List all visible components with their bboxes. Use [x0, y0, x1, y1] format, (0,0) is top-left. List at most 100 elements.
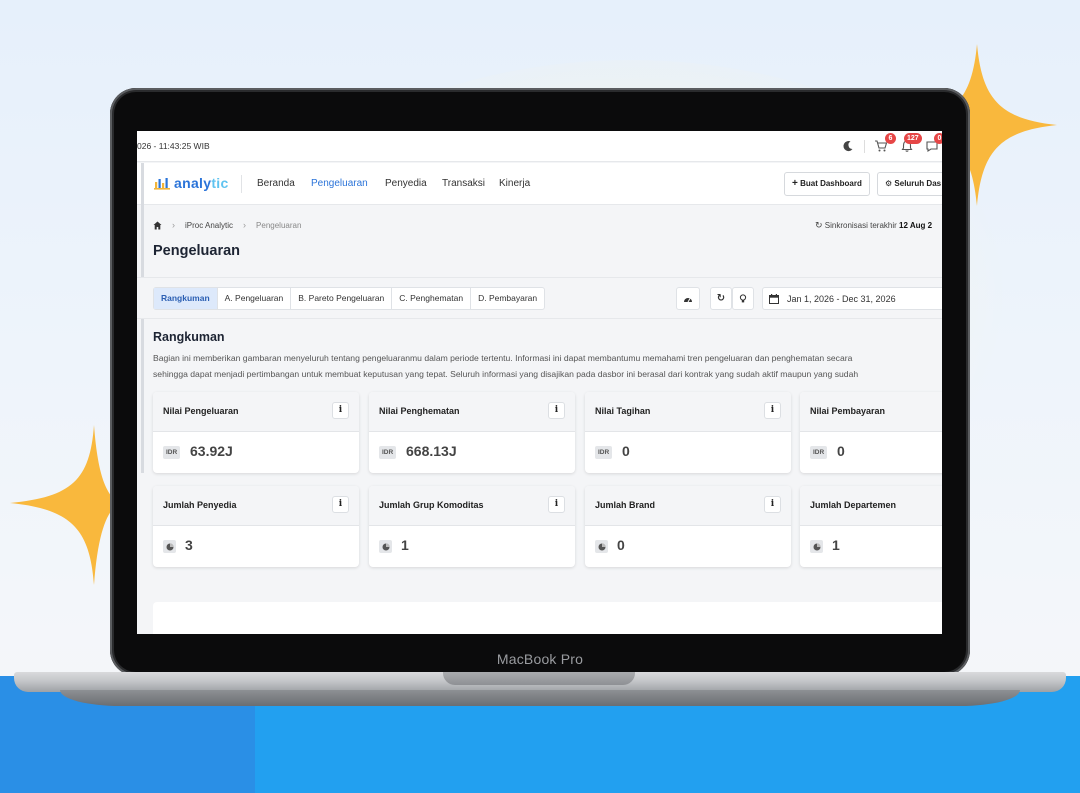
- date-range-picker[interactable]: Jan 1, 2026 - Dec 31, 2026: [762, 287, 942, 310]
- nav-item-beranda[interactable]: Beranda: [257, 178, 295, 189]
- metric-label: Nilai Pengeluaran: [163, 406, 239, 416]
- pie-chart-icon: [595, 540, 608, 553]
- metric-label: Jumlah Brand: [595, 500, 656, 510]
- nav-item-transaksi[interactable]: Transaksi: [442, 178, 485, 189]
- app-logo[interactable]: analytic: [153, 175, 229, 191]
- breadcrumb-current: Pengeluaran: [256, 220, 302, 230]
- dashboard-view-button[interactable]: [676, 287, 700, 310]
- tab-group: Rangkuman A. Pengeluaran B. Pareto Penge…: [153, 287, 546, 310]
- tab-rangkuman[interactable]: Rangkuman: [154, 288, 218, 309]
- chevron-right-icon: ›: [172, 220, 175, 230]
- metric-value: 0: [837, 443, 845, 459]
- plus-icon: +: [792, 178, 798, 189]
- all-dashboard-label: Seluruh Das: [894, 179, 942, 188]
- metric-label: Nilai Penghematan: [379, 406, 460, 416]
- count-card: Jumlah Penyedia i 3: [153, 486, 359, 567]
- nav-item-pengeluaran[interactable]: Pengeluaran: [311, 178, 368, 189]
- notification-badge: 127: [904, 133, 922, 144]
- info-icon[interactable]: i: [764, 402, 781, 419]
- sync-status: ↻ Sinkronisasi terakhir 12 Aug 2: [815, 220, 932, 231]
- hint-button[interactable]: [732, 287, 754, 310]
- pie-chart-icon: [810, 540, 823, 553]
- create-dashboard-button[interactable]: + Buat Dashboard: [784, 172, 870, 196]
- clock: 026 - 11:43:25 WIB: [137, 141, 210, 151]
- topbar-divider: [864, 140, 865, 153]
- metric-label: Jumlah Departemen: [810, 500, 897, 510]
- chat-badge: 0: [934, 133, 942, 144]
- metric-value: 3: [185, 537, 193, 553]
- metric-card: Nilai Pembayarani IDR0: [800, 392, 942, 473]
- main-navbar: analytic Beranda Pengeluaran Penyedia Tr…: [137, 163, 942, 473]
- tab-pengeluaran[interactable]: A. Pengeluaran: [218, 288, 292, 309]
- laptop-notch: [443, 672, 635, 685]
- info-icon[interactable]: i: [548, 402, 565, 419]
- metric-value: 1: [401, 537, 409, 553]
- logo-text-main: analy: [174, 175, 212, 191]
- calendar-icon: [769, 293, 779, 304]
- section-description: Bagian ini memberikan gambaran menyeluru…: [153, 350, 942, 382]
- description-line: Bagian ini memberikan gambaran menyeluru…: [153, 353, 853, 363]
- sparkle-icon: [10, 425, 120, 585]
- chevron-right-icon: ›: [243, 220, 247, 230]
- logo-text: analytic: [174, 175, 229, 191]
- metric-value: 0: [617, 537, 625, 553]
- nav-divider: [241, 175, 242, 193]
- info-icon[interactable]: i: [548, 496, 565, 513]
- gear-icon: ⚙: [885, 179, 893, 188]
- breadcrumb: › iProc Analytic › Pengeluaran: [153, 220, 301, 230]
- next-section-panel: [153, 602, 942, 634]
- create-dashboard-label: Buat Dashboard: [800, 179, 862, 188]
- metric-label: Nilai Tagihan: [595, 406, 651, 416]
- metric-value: 1: [832, 537, 840, 553]
- metric-card: Nilai Pengeluaran i IDR 63.92J: [153, 392, 359, 473]
- moon-icon[interactable]: [841, 139, 855, 153]
- info-icon[interactable]: i: [332, 402, 349, 419]
- info-icon[interactable]: i: [764, 496, 781, 513]
- currency-tag: IDR: [810, 446, 828, 459]
- metric-card: Nilai Tagihan i IDR 0: [585, 392, 791, 473]
- count-card: Jumlah Grup Komoditas i 1: [369, 486, 575, 567]
- nav-item-penyedia[interactable]: Penyedia: [385, 178, 427, 189]
- tab-toolbar: Rangkuman A. Pengeluaran B. Pareto Penge…: [137, 277, 942, 319]
- bar-chart-logo-icon: [154, 178, 170, 190]
- metric-value: 668.13J: [406, 443, 457, 459]
- metric-label: Nilai Pembayaran: [810, 406, 886, 416]
- currency-tag: IDR: [379, 446, 397, 459]
- date-range-value: Jan 1, 2026 - Dec 31, 2026: [787, 293, 896, 304]
- all-dashboard-button[interactable]: ⚙ Seluruh Das: [877, 172, 942, 196]
- count-card: Jumlah Departemeni 1: [800, 486, 942, 567]
- app-screen: 026 - 11:43:25 WIB 6 127 0 analytic Bera…: [137, 131, 942, 634]
- page-title: Pengeluaran: [153, 243, 241, 259]
- refresh-button[interactable]: ↻: [710, 287, 732, 310]
- sync-value: 12 Aug 2: [899, 221, 933, 230]
- metric-card: Nilai Penghematan i IDR 668.13J: [369, 392, 575, 473]
- pie-chart-icon: [379, 540, 392, 553]
- logo-text-accent: tic: [211, 175, 229, 191]
- nav-item-kinerja[interactable]: Kinerja: [499, 178, 530, 189]
- breadcrumb-item[interactable]: iProc Analytic: [185, 221, 233, 230]
- lightbulb-icon: [739, 293, 747, 302]
- count-card: Jumlah Brand i 0: [585, 486, 791, 567]
- tab-penghematan[interactable]: C. Penghematan: [392, 288, 472, 309]
- laptop-base-edge: [60, 690, 1020, 706]
- description-line: sehingga dapat menjadi pertimbangan untu…: [153, 369, 859, 379]
- cart-badge: 6: [885, 133, 896, 144]
- refresh-icon: ↻: [716, 293, 726, 304]
- currency-tag: IDR: [595, 446, 613, 459]
- sync-icon[interactable]: ↻: [815, 220, 823, 230]
- device-label: MacBook Pro: [496, 651, 584, 667]
- metric-value: 63.92J: [190, 443, 233, 459]
- sync-label: Sinkronisasi terakhir: [824, 221, 897, 230]
- home-icon[interactable]: [153, 221, 162, 230]
- metric-label: Jumlah Grup Komoditas: [379, 500, 484, 510]
- currency-tag: IDR: [163, 446, 181, 459]
- metric-value: 0: [622, 443, 630, 459]
- section-title: Rangkuman: [153, 330, 225, 344]
- pie-chart-icon: [163, 540, 176, 553]
- tab-pembayaran[interactable]: D. Pembayaran: [471, 288, 544, 309]
- info-icon[interactable]: i: [332, 496, 349, 513]
- metric-label: Jumlah Penyedia: [163, 500, 237, 510]
- dashboard-icon: [684, 297, 692, 302]
- tab-pareto-pengeluaran[interactable]: B. Pareto Pengeluaran: [291, 288, 393, 309]
- top-bar: 026 - 11:43:25 WIB 6 127 0: [137, 131, 942, 162]
